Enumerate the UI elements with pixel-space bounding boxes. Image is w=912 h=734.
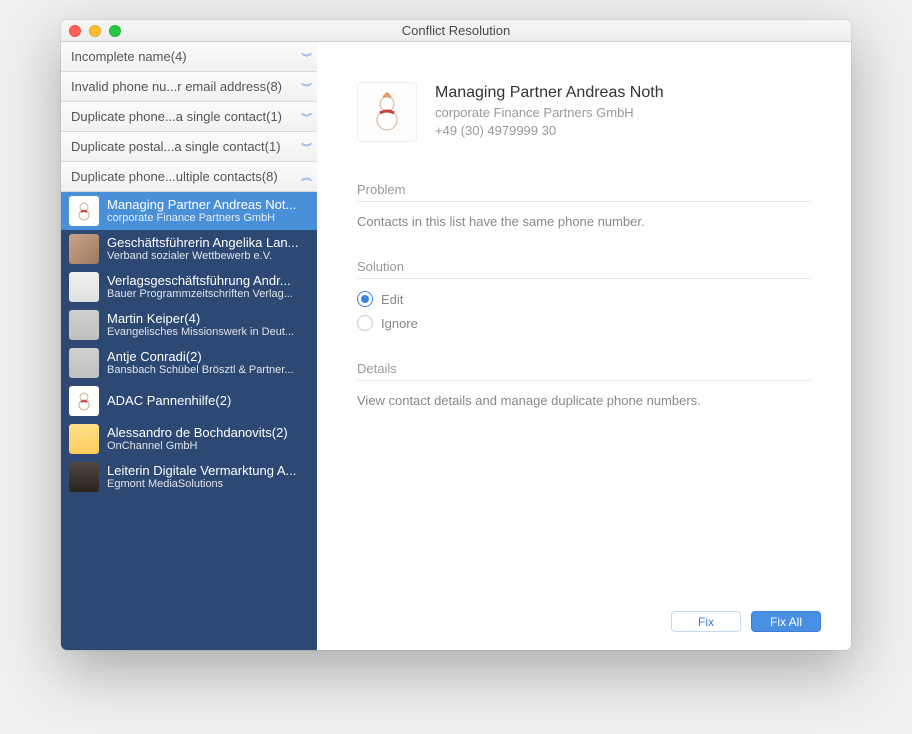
contact-header-info: Managing Partner Andreas Noth corporate … bbox=[435, 82, 664, 142]
radio-icon bbox=[357, 291, 373, 307]
avatar bbox=[69, 462, 99, 492]
category-label: Duplicate phone...a single contact(1) bbox=[71, 109, 301, 124]
radio-label: Edit bbox=[381, 292, 403, 307]
body-content: Incomplete name(4) ︾ Invalid phone nu...… bbox=[61, 42, 851, 650]
footer-buttons: Fix Fix All bbox=[671, 611, 821, 632]
problem-text: Contacts in this list have the same phon… bbox=[357, 214, 811, 229]
avatar bbox=[69, 386, 99, 416]
contact-name: Leiterin Digitale Vermarktung A... bbox=[107, 463, 309, 479]
contact-detail-company: corporate Finance Partners GmbH bbox=[435, 105, 664, 120]
category-incomplete-name[interactable]: Incomplete name(4) ︾ bbox=[61, 42, 317, 72]
avatar bbox=[69, 196, 99, 226]
contact-item[interactable]: Leiterin Digitale Vermarktung A... Egmon… bbox=[61, 458, 317, 496]
contact-list: Managing Partner Andreas Not... corporat… bbox=[61, 192, 317, 650]
contact-text: Martin Keiper(4) Evangelisches Missionsw… bbox=[107, 311, 309, 340]
chevron-down-icon: ︾ bbox=[301, 81, 307, 92]
contact-name: Verlagsgeschäftsführung Andr... bbox=[107, 273, 309, 289]
chevron-down-icon: ︾ bbox=[301, 51, 307, 62]
chevron-down-icon: ︾ bbox=[301, 111, 307, 122]
fix-button[interactable]: Fix bbox=[671, 611, 741, 632]
contact-item[interactable]: Geschäftsführerin Angelika Lan... Verban… bbox=[61, 230, 317, 268]
contact-text: Geschäftsführerin Angelika Lan... Verban… bbox=[107, 235, 309, 264]
contact-company: Bauer Programmzeitschriften Verlag... bbox=[107, 288, 309, 301]
contact-name: Geschäftsführerin Angelika Lan... bbox=[107, 235, 309, 251]
category-label: Invalid phone nu...r email address(8) bbox=[71, 79, 301, 94]
avatar bbox=[69, 234, 99, 264]
window-title: Conflict Resolution bbox=[61, 23, 851, 38]
button-label: Fix All bbox=[770, 615, 802, 629]
contact-text: Verlagsgeschäftsführung Andr... Bauer Pr… bbox=[107, 273, 309, 302]
contact-detail-name: Managing Partner Andreas Noth bbox=[435, 84, 664, 102]
contact-text: Alessandro de Bochdanovits(2) OnChannel … bbox=[107, 425, 309, 454]
contact-item[interactable]: Martin Keiper(4) Evangelisches Missionsw… bbox=[61, 306, 317, 344]
radio-label: Ignore bbox=[381, 316, 418, 331]
details-title: Details bbox=[357, 361, 811, 381]
avatar bbox=[69, 424, 99, 454]
contact-text: ADAC Pannenhilfe(2) bbox=[107, 393, 309, 409]
radio-icon bbox=[357, 315, 373, 331]
contact-name: Martin Keiper(4) bbox=[107, 311, 309, 327]
solution-radio-group: Edit Ignore bbox=[357, 291, 811, 331]
contact-header-avatar bbox=[357, 82, 417, 142]
titlebar: Conflict Resolution bbox=[61, 20, 851, 42]
contact-item[interactable]: ADAC Pannenhilfe(2) bbox=[61, 382, 317, 420]
contact-name: Managing Partner Andreas Not... bbox=[107, 197, 309, 213]
sidebar: Incomplete name(4) ︾ Invalid phone nu...… bbox=[61, 42, 317, 650]
button-label: Fix bbox=[698, 615, 714, 629]
contact-text: Leiterin Digitale Vermarktung A... Egmon… bbox=[107, 463, 309, 492]
solution-title: Solution bbox=[357, 259, 811, 279]
solution-section: Solution Edit Ignore bbox=[357, 259, 811, 331]
contact-text: Managing Partner Andreas Not... corporat… bbox=[107, 197, 309, 226]
contact-text: Antje Conradi(2) Bansbach Schübel Bröszt… bbox=[107, 349, 309, 378]
details-section: Details View contact details and manage … bbox=[357, 361, 811, 408]
solution-ignore-option[interactable]: Ignore bbox=[357, 315, 811, 331]
contact-name: Antje Conradi(2) bbox=[107, 349, 309, 365]
detail-panel: Managing Partner Andreas Noth corporate … bbox=[317, 42, 851, 650]
category-duplicate-phone-single[interactable]: Duplicate phone...a single contact(1) ︾ bbox=[61, 102, 317, 132]
fix-all-button[interactable]: Fix All bbox=[751, 611, 821, 632]
contact-item[interactable]: Verlagsgeschäftsführung Andr... Bauer Pr… bbox=[61, 268, 317, 306]
avatar bbox=[69, 272, 99, 302]
category-duplicate-postal-single[interactable]: Duplicate postal...a single contact(1) ︾ bbox=[61, 132, 317, 162]
contact-item[interactable]: Alessandro de Bochdanovits(2) OnChannel … bbox=[61, 420, 317, 458]
contact-company: Evangelisches Missionswerk in Deut... bbox=[107, 326, 309, 339]
category-duplicate-phone-multiple[interactable]: Duplicate phone...ultiple contacts(8) ︽ bbox=[61, 162, 317, 192]
category-label: Duplicate postal...a single contact(1) bbox=[71, 139, 301, 154]
contact-item[interactable]: Managing Partner Andreas Not... corporat… bbox=[61, 192, 317, 230]
details-text: View contact details and manage duplicat… bbox=[357, 393, 811, 408]
category-label: Duplicate phone...ultiple contacts(8) bbox=[71, 169, 301, 184]
problem-section: Problem Contacts in this list have the s… bbox=[357, 182, 811, 229]
contact-company: corporate Finance Partners GmbH bbox=[107, 212, 309, 225]
traffic-lights bbox=[69, 25, 121, 37]
contact-company: OnChannel GmbH bbox=[107, 440, 309, 453]
maximize-button[interactable] bbox=[109, 25, 121, 37]
contact-company: Bansbach Schübel Brösztl & Partner... bbox=[107, 364, 309, 377]
app-window: Conflict Resolution Incomplete name(4) ︾… bbox=[61, 20, 851, 650]
contact-item[interactable]: Antje Conradi(2) Bansbach Schübel Bröszt… bbox=[61, 344, 317, 382]
contact-detail-phone: +49 (30) 4979999 30 bbox=[435, 123, 664, 138]
contact-company: Egmont MediaSolutions bbox=[107, 478, 309, 491]
contact-name: Alessandro de Bochdanovits(2) bbox=[107, 425, 309, 441]
minimize-button[interactable] bbox=[89, 25, 101, 37]
solution-edit-option[interactable]: Edit bbox=[357, 291, 811, 307]
category-label: Incomplete name(4) bbox=[71, 49, 301, 64]
contact-company: Verband sozialer Wettbewerb e.V. bbox=[107, 250, 309, 263]
avatar bbox=[69, 310, 99, 340]
problem-title: Problem bbox=[357, 182, 811, 202]
avatar bbox=[69, 348, 99, 378]
chevron-up-icon: ︽ bbox=[301, 171, 307, 182]
chevron-down-icon: ︾ bbox=[301, 141, 307, 152]
contact-header: Managing Partner Andreas Noth corporate … bbox=[357, 82, 811, 142]
category-invalid-phone-email[interactable]: Invalid phone nu...r email address(8) ︾ bbox=[61, 72, 317, 102]
contact-name: ADAC Pannenhilfe(2) bbox=[107, 393, 309, 409]
close-button[interactable] bbox=[69, 25, 81, 37]
